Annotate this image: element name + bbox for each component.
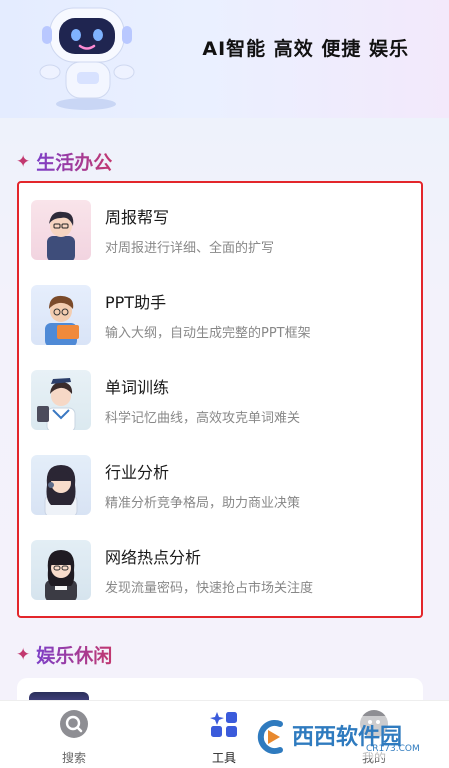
hotspot-analysis-avatar-icon [31, 540, 91, 600]
list-item[interactable]: 单词训练 科学记忆曲线，高效攻克单词难关 [31, 365, 411, 435]
list-item[interactable]: 行业分析 精准分析竞争格局，助力商业决策 [31, 450, 411, 520]
item-title: 网络热点分析 [105, 548, 202, 567]
watermark-subtext: CR173.COM [366, 744, 420, 754]
list-item[interactable]: 网络热点分析 发现流量密码，快速抢占市场关注度 [31, 535, 411, 605]
robot-mascot-icon [39, 7, 135, 110]
sparkle-icon: ✦ [16, 151, 31, 172]
item-description: 输入大纲，自动生成完整的PPT框架 [105, 326, 311, 341]
vocabulary-training-avatar-icon [31, 370, 91, 430]
list-item[interactable]: PPT助手 输入大纲，自动生成完整的PPT框架 [31, 280, 411, 350]
list-item[interactable]: 周报帮写 对周报进行详细、全面的扩写 [31, 195, 411, 265]
tab-label: 搜索 [61, 751, 86, 765]
section-title: 娱乐休闲 [36, 641, 112, 668]
item-description: 发现流量密码，快速抢占市场关注度 [105, 581, 314, 596]
weekly-report-avatar-icon [31, 200, 91, 260]
sparkle-icon: ✦ [16, 644, 31, 665]
item-description: 精准分析竞争格局，助力商业决策 [105, 496, 301, 511]
site-watermark: 西西软件园 CR173.COM [250, 716, 435, 758]
item-description: 科学记忆曲线，高效攻克单词难关 [105, 411, 301, 426]
grid-tools-icon [210, 712, 237, 737]
section-header-entertainment: ✦ 娱乐休闲 [16, 641, 112, 668]
item-title: 行业分析 [105, 463, 170, 482]
office-tools-card: 周报帮写 对周报进行详细、全面的扩写 PPT助手 输入大纲，自动生成完整的PPT… [17, 181, 423, 618]
ppt-assistant-avatar-icon [31, 285, 91, 345]
section-title: 生活办公 [36, 148, 112, 175]
item-title: 单词训练 [105, 378, 170, 397]
item-description: 对周报进行详细、全面的扩写 [105, 241, 275, 256]
item-title: PPT助手 [105, 293, 167, 312]
industry-analysis-avatar-icon [31, 455, 91, 515]
hero-slogan: AI智能 高效 便捷 娱乐 [202, 38, 409, 60]
tab-search[interactable]: 搜索 [34, 709, 114, 766]
hero-banner: AI智能 高效 便捷 娱乐 [0, 0, 449, 118]
section-header-office: ✦ 生活办公 [16, 148, 112, 175]
search-icon [60, 710, 88, 738]
item-title: 周报帮写 [105, 208, 170, 227]
